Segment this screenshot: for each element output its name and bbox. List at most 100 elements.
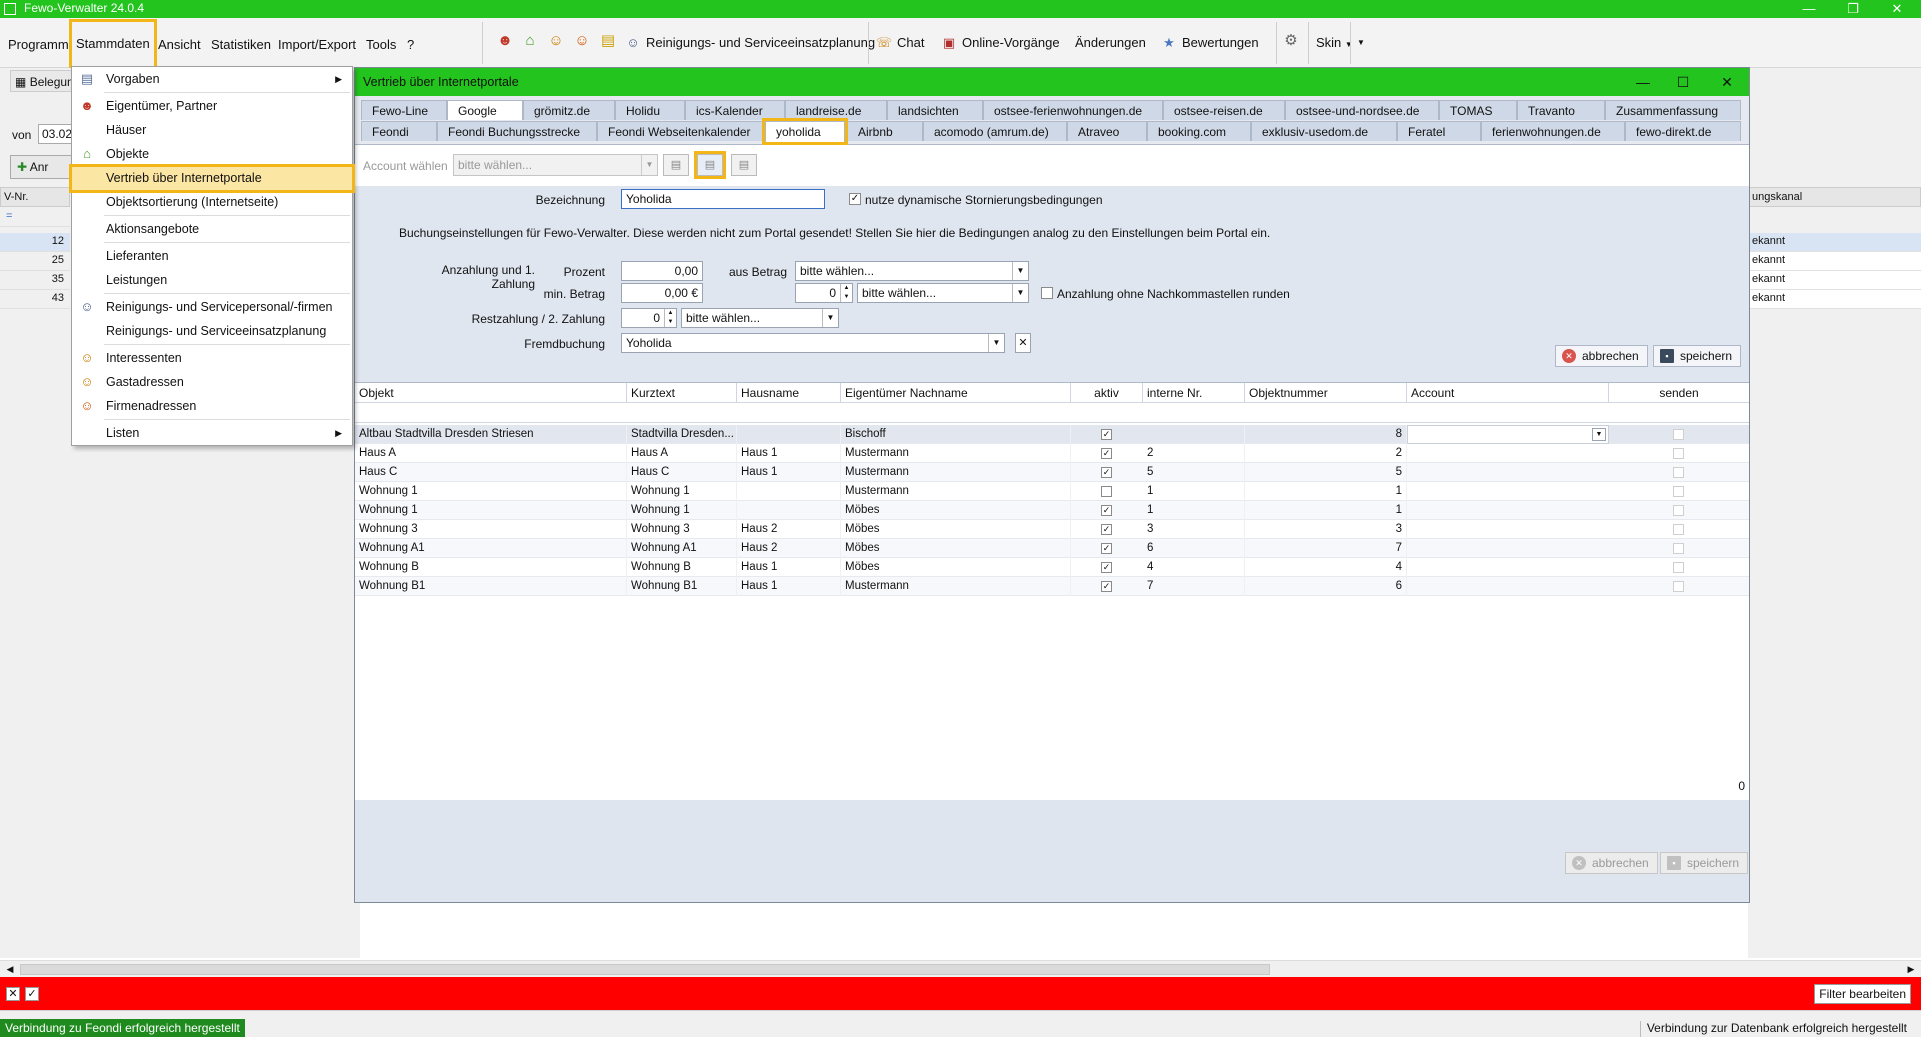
guest-icon[interactable]: ☺ xyxy=(573,32,591,50)
menu-item-aktionsangebote[interactable]: Aktionsangebote xyxy=(72,218,352,241)
min-days-stepper[interactable]: 0 ▲ ▼ xyxy=(795,283,853,303)
senden-checkbox[interactable] xyxy=(1673,486,1684,497)
bezeichnung-field[interactable]: Yoholida xyxy=(621,189,825,209)
tab-yoholida[interactable]: yoholida xyxy=(762,118,848,145)
aus-betrag-select[interactable]: bitte wählen... ▼ xyxy=(795,261,1029,281)
menu-help[interactable]: ? xyxy=(403,34,418,56)
senden-checkbox[interactable] xyxy=(1673,467,1684,478)
aktiv-checkbox[interactable]: ✓ xyxy=(1101,524,1112,535)
col-header-interne-nr[interactable]: interne Nr. xyxy=(1143,383,1245,403)
table-cell[interactable]: ekannt xyxy=(1748,290,1921,309)
cell-kurztext[interactable]: Wohnung B xyxy=(627,558,737,577)
table-row[interactable]: 25 xyxy=(0,252,70,271)
col-header-objekt[interactable]: Objekt xyxy=(355,383,627,403)
senden-checkbox[interactable] xyxy=(1673,505,1684,516)
filter-enabled-checkbox[interactable]: ✓ xyxy=(25,987,39,1001)
online-transactions-button[interactable]: ▣ Online-Vorgänge xyxy=(940,32,1060,54)
cell-interne[interactable]: 5 xyxy=(1143,463,1245,482)
chat-button[interactable]: ☏ Chat xyxy=(875,32,925,54)
cell-hausname[interactable]: Haus 1 xyxy=(737,558,841,577)
tab-tomas[interactable]: TOMAS xyxy=(1439,100,1517,120)
cell-interne[interactable]: 1 xyxy=(1143,482,1245,501)
gear-icon[interactable]: ⚙ xyxy=(1282,32,1300,50)
cell-objektnummer[interactable]: 1 xyxy=(1245,501,1407,520)
filter-row-marker[interactable]: = xyxy=(0,208,70,227)
fremdbuchung-select[interactable]: Yoholida ▼ xyxy=(621,333,1005,353)
dynamic-storno-checkbox[interactable]: ✓ xyxy=(849,193,861,205)
tab-feratel[interactable]: Feratel xyxy=(1397,121,1481,141)
edit-account-button[interactable]: ▤ xyxy=(663,154,689,176)
menu-import-export[interactable]: Import/Export xyxy=(274,34,360,56)
save-button[interactable]: ▪ speichern xyxy=(1653,345,1742,367)
cell-hausname[interactable]: Haus 1 xyxy=(737,463,841,482)
dialog-close-button[interactable]: ✕ xyxy=(1709,70,1745,94)
tab-ostsee-und-nordsee[interactable]: ostsee-und-nordsee.de xyxy=(1285,100,1439,120)
scrollbar-thumb[interactable] xyxy=(20,964,1270,975)
col-header-buchungskanal[interactable]: ungskanal xyxy=(1748,187,1921,207)
bottom-save-button[interactable]: ▪ speichern xyxy=(1660,852,1749,874)
cell-interne[interactable]: 1 xyxy=(1143,501,1245,520)
tab-feondi[interactable]: Feondi xyxy=(361,121,437,141)
tab-landreise[interactable]: landreise.de xyxy=(785,100,887,120)
tab-booking[interactable]: booking.com xyxy=(1147,121,1251,141)
cell-objekt[interactable]: Altbau Stadtvilla Dresden Striesen xyxy=(355,425,627,444)
menu-item-haeuser[interactable]: Häuser xyxy=(72,119,352,142)
cell-hausname[interactable]: Haus 1 xyxy=(737,577,841,596)
menu-tools[interactable]: Tools xyxy=(362,34,400,56)
table-row[interactable]: Haus C Haus C Haus 1 Mustermann 5 5 ✓ xyxy=(355,463,1749,482)
menu-item-objektsortierung[interactable]: Objektsortierung (Internetseite) xyxy=(72,191,352,214)
edit-filter-button[interactable]: Filter bearbeiten xyxy=(1814,984,1911,1004)
cell-objekt[interactable]: Wohnung B xyxy=(355,558,627,577)
grid-filter-row[interactable] xyxy=(355,403,1749,423)
add-account-button[interactable]: ▤ xyxy=(694,151,726,179)
cell-objektnummer[interactable]: 7 xyxy=(1245,539,1407,558)
cell-eigentuemer[interactable]: Möbes xyxy=(841,501,1071,520)
cell-hausname[interactable] xyxy=(737,501,841,520)
cell-objektnummer[interactable]: 5 xyxy=(1245,463,1407,482)
cleaning-planning-button[interactable]: ☺ Reinigungs- und Serviceeinsatzplanung xyxy=(624,32,875,54)
cell-hausname[interactable]: Haus 1 xyxy=(737,444,841,463)
senden-checkbox[interactable] xyxy=(1673,429,1684,440)
cell-objekt[interactable]: Wohnung 1 xyxy=(355,482,627,501)
cell-kurztext[interactable]: Haus C xyxy=(627,463,737,482)
cell-eigentuemer[interactable]: Möbes xyxy=(841,558,1071,577)
cell-hausname[interactable] xyxy=(737,425,841,444)
cell-eigentuemer[interactable]: Mustermann xyxy=(841,444,1071,463)
table-row[interactable]: Haus A Haus A Haus 1 Mustermann 2 2 ✓ xyxy=(355,444,1749,463)
cell-kurztext[interactable]: Wohnung A1 xyxy=(627,539,737,558)
cell-kurztext[interactable]: Wohnung B1 xyxy=(627,577,737,596)
person-icon[interactable]: ☺ xyxy=(547,32,565,50)
aktiv-checkbox[interactable]: ✓ xyxy=(1101,505,1112,516)
cell-objekt[interactable]: Haus A xyxy=(355,444,627,463)
menu-item-listen[interactable]: Listen ▶ xyxy=(72,422,352,445)
owners-icon[interactable]: ☻ xyxy=(496,32,514,50)
cell-interne[interactable]: 7 xyxy=(1143,577,1245,596)
spinner-arrows-icon[interactable]: ▲ ▼ xyxy=(840,284,852,302)
menu-stammdaten[interactable]: Stammdaten xyxy=(69,19,157,69)
menu-item-servicepersonal[interactable]: ☺ Reinigungs- und Servicepersonal/-firmen xyxy=(72,296,352,319)
cell-eigentuemer[interactable]: Mustermann xyxy=(841,482,1071,501)
col-header-hausname[interactable]: Hausname xyxy=(737,383,841,403)
tab-groemitz[interactable]: grömitz.de xyxy=(523,100,615,120)
table-row[interactable]: 12 xyxy=(0,233,70,252)
dialog-maximize-button[interactable]: ☐ xyxy=(1665,70,1701,94)
menu-item-lieferanten[interactable]: Lieferanten xyxy=(72,245,352,268)
menu-statistiken[interactable]: Statistiken xyxy=(207,34,275,56)
col-header-vnr[interactable]: V-Nr. xyxy=(0,187,70,207)
aktiv-checkbox[interactable] xyxy=(1101,486,1112,497)
restzahlung-select[interactable]: bitte wählen... ▼ xyxy=(681,308,839,328)
tab-google[interactable]: Google xyxy=(447,100,523,120)
tab-fewo-line[interactable]: Fewo-Line xyxy=(361,100,447,120)
menu-item-vertrieb-internetportale[interactable]: Vertrieb über Internetportale xyxy=(69,164,355,193)
col-header-account[interactable]: Account xyxy=(1407,383,1609,403)
prozent-field[interactable]: 0,00 xyxy=(621,261,703,281)
menu-item-vorgaben[interactable]: ▤ Vorgaben ▶ xyxy=(72,68,352,91)
col-header-aktiv[interactable]: aktiv xyxy=(1071,383,1143,403)
aktiv-checkbox[interactable]: ✓ xyxy=(1101,429,1112,440)
menu-item-interessenten[interactable]: ☺ Interessenten xyxy=(72,347,352,370)
menu-item-eigentuemer[interactable]: ☻ Eigentümer, Partner xyxy=(72,95,352,118)
cell-objektnummer[interactable]: 8 xyxy=(1245,425,1407,444)
cell-objekt[interactable]: Wohnung B1 xyxy=(355,577,627,596)
rest-days-stepper[interactable]: 0 ▲ ▼ xyxy=(621,308,677,328)
cell-objektnummer[interactable]: 3 xyxy=(1245,520,1407,539)
